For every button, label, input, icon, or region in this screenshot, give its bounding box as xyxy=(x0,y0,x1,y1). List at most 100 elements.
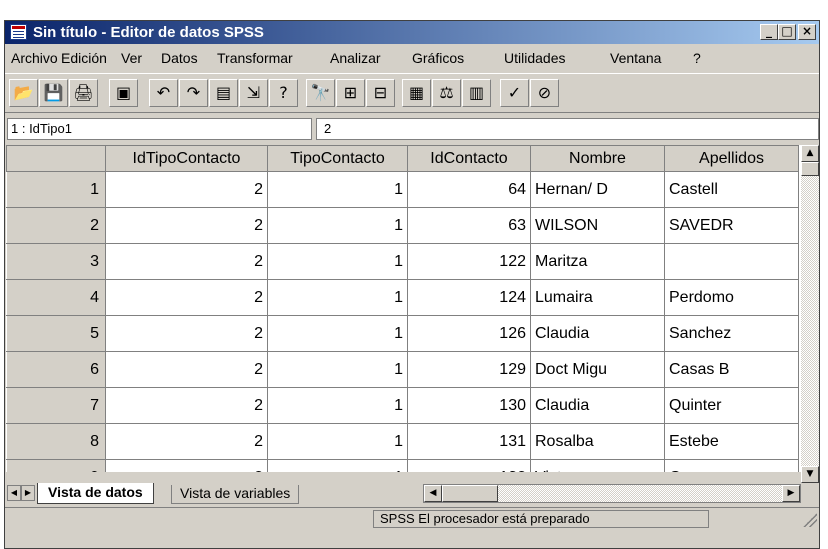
data-cell[interactable]: 1 xyxy=(267,315,408,352)
row-header[interactable]: 7 xyxy=(6,387,106,424)
data-cell[interactable]: 2 xyxy=(105,207,268,244)
data-cell[interactable]: 122 xyxy=(407,243,531,280)
tab-scroll-right-icon[interactable]: ▶ xyxy=(21,485,35,501)
hscroll-thumb[interactable] xyxy=(442,485,498,502)
menu-help[interactable]: ? xyxy=(693,50,701,66)
goto-chart-icon[interactable]: ▤ xyxy=(209,79,238,107)
data-cell[interactable]: 1 xyxy=(267,459,408,472)
data-cell[interactable]: Claudia xyxy=(530,387,665,424)
scroll-right-icon[interactable]: ▶ xyxy=(782,485,800,502)
data-cell[interactable] xyxy=(664,243,799,280)
tab-data-view[interactable]: Vista de datos xyxy=(37,483,154,504)
insert-variable-icon[interactable]: ⊟ xyxy=(366,79,395,107)
data-cell[interactable]: Perdomo xyxy=(664,279,799,316)
value-labels-icon[interactable]: ✓ xyxy=(500,79,529,107)
menu-ver[interactable]: Ver xyxy=(121,50,142,66)
data-cell[interactable]: Doct Migu xyxy=(530,351,665,388)
data-cell[interactable]: Claudia xyxy=(530,315,665,352)
open-icon[interactable]: 📂 xyxy=(9,79,38,107)
minimize-button[interactable]: _ xyxy=(760,24,778,40)
undo-icon[interactable]: ↶ xyxy=(149,79,178,107)
dialog-recall-icon[interactable]: ▣ xyxy=(109,79,138,107)
cell-value-input[interactable]: 2 xyxy=(316,118,819,140)
menu-ventana[interactable]: Ventana xyxy=(610,50,661,66)
data-cell[interactable]: Orozco xyxy=(664,459,799,472)
menu-edicion[interactable]: Edición xyxy=(61,50,107,66)
variables-icon[interactable]: ? xyxy=(269,79,298,107)
menu-utilidades[interactable]: Utilidades xyxy=(504,50,565,66)
weight-cases-icon[interactable]: ⚖ xyxy=(432,79,461,107)
data-cell[interactable]: 132 xyxy=(407,459,531,472)
find-icon[interactable]: 🔭 xyxy=(306,79,335,107)
data-cell[interactable]: 1 xyxy=(267,171,408,208)
tab-scroll-left-icon[interactable]: ◀ xyxy=(7,485,21,501)
menu-archivo[interactable]: Archivo xyxy=(11,50,58,66)
row-header[interactable]: 8 xyxy=(6,423,106,460)
menu-transformar[interactable]: Transformar xyxy=(217,50,293,66)
data-cell[interactable]: 1 xyxy=(267,279,408,316)
data-cell[interactable]: 1 xyxy=(267,351,408,388)
data-cell[interactable]: 63 xyxy=(407,207,531,244)
data-cell[interactable]: 2 xyxy=(105,387,268,424)
row-header[interactable]: 3 xyxy=(6,243,106,280)
data-cell[interactable]: Castell xyxy=(664,171,799,208)
data-cell[interactable]: 64 xyxy=(407,171,531,208)
scroll-left-icon[interactable]: ◀ xyxy=(424,485,442,502)
use-sets-icon[interactable]: ⊘ xyxy=(530,79,559,107)
column-header[interactable]: IdContacto xyxy=(407,145,531,172)
column-header[interactable]: Nombre xyxy=(530,145,665,172)
menu-analizar[interactable]: Analizar xyxy=(330,50,381,66)
data-cell[interactable]: Victor xyxy=(530,459,665,472)
data-cell[interactable]: 1 xyxy=(267,207,408,244)
data-cell[interactable]: 2 xyxy=(105,459,268,472)
tab-variable-view[interactable]: Vista de variables xyxy=(171,485,300,504)
scroll-thumb[interactable] xyxy=(801,162,819,176)
select-cases-icon[interactable]: ▥ xyxy=(462,79,491,107)
data-cell[interactable]: 126 xyxy=(407,315,531,352)
vertical-scrollbar[interactable]: ▲ ▼ xyxy=(801,145,819,483)
resize-grip-icon[interactable] xyxy=(803,513,817,527)
data-cell[interactable]: 2 xyxy=(105,171,268,208)
data-cell[interactable]: Sanchez xyxy=(664,315,799,352)
row-header[interactable]: 9 xyxy=(6,459,106,472)
data-cell[interactable]: SAVEDR xyxy=(664,207,799,244)
grid-corner[interactable] xyxy=(6,145,106,172)
data-cell[interactable]: 130 xyxy=(407,387,531,424)
menu-datos[interactable]: Datos xyxy=(161,50,198,66)
data-cell[interactable]: 1 xyxy=(267,387,408,424)
row-header[interactable]: 4 xyxy=(6,279,106,316)
row-header[interactable]: 6 xyxy=(6,351,106,388)
data-cell[interactable]: Quinter xyxy=(664,387,799,424)
column-header[interactable]: IdTipoContacto xyxy=(105,145,268,172)
split-file-icon[interactable]: ▦ xyxy=(402,79,431,107)
data-cell[interactable]: Estebe xyxy=(664,423,799,460)
data-cell[interactable]: WILSON xyxy=(530,207,665,244)
insert-case-icon[interactable]: ⊞ xyxy=(336,79,365,107)
data-cell[interactable]: Rosalba xyxy=(530,423,665,460)
data-cell[interactable]: 1 xyxy=(267,423,408,460)
data-cell[interactable]: 2 xyxy=(105,279,268,316)
save-icon[interactable]: 💾 xyxy=(39,79,68,107)
data-cell[interactable]: 1 xyxy=(267,243,408,280)
data-cell[interactable]: 2 xyxy=(105,351,268,388)
maximize-button[interactable]: □ xyxy=(778,24,796,40)
data-cell[interactable]: 124 xyxy=(407,279,531,316)
data-cell[interactable]: Lumaira xyxy=(530,279,665,316)
data-cell[interactable]: 2 xyxy=(105,243,268,280)
scroll-up-icon[interactable]: ▲ xyxy=(801,145,819,162)
data-cell[interactable]: Maritza xyxy=(530,243,665,280)
close-button[interactable]: × xyxy=(798,24,816,40)
row-header[interactable]: 2 xyxy=(6,207,106,244)
row-header[interactable]: 5 xyxy=(6,315,106,352)
data-cell[interactable]: 129 xyxy=(407,351,531,388)
data-cell[interactable]: 131 xyxy=(407,423,531,460)
scroll-down-icon[interactable]: ▼ xyxy=(801,466,819,483)
redo-icon[interactable]: ↷ xyxy=(179,79,208,107)
data-cell[interactable]: Hernan/ D xyxy=(530,171,665,208)
column-header[interactable]: TipoContacto xyxy=(267,145,408,172)
goto-case-icon[interactable]: ⇲ xyxy=(239,79,268,107)
data-cell[interactable]: 2 xyxy=(105,423,268,460)
print-icon[interactable]: 🖨 xyxy=(69,79,98,107)
menu-graficos[interactable]: Gráficos xyxy=(412,50,464,66)
data-cell[interactable]: 2 xyxy=(105,315,268,352)
